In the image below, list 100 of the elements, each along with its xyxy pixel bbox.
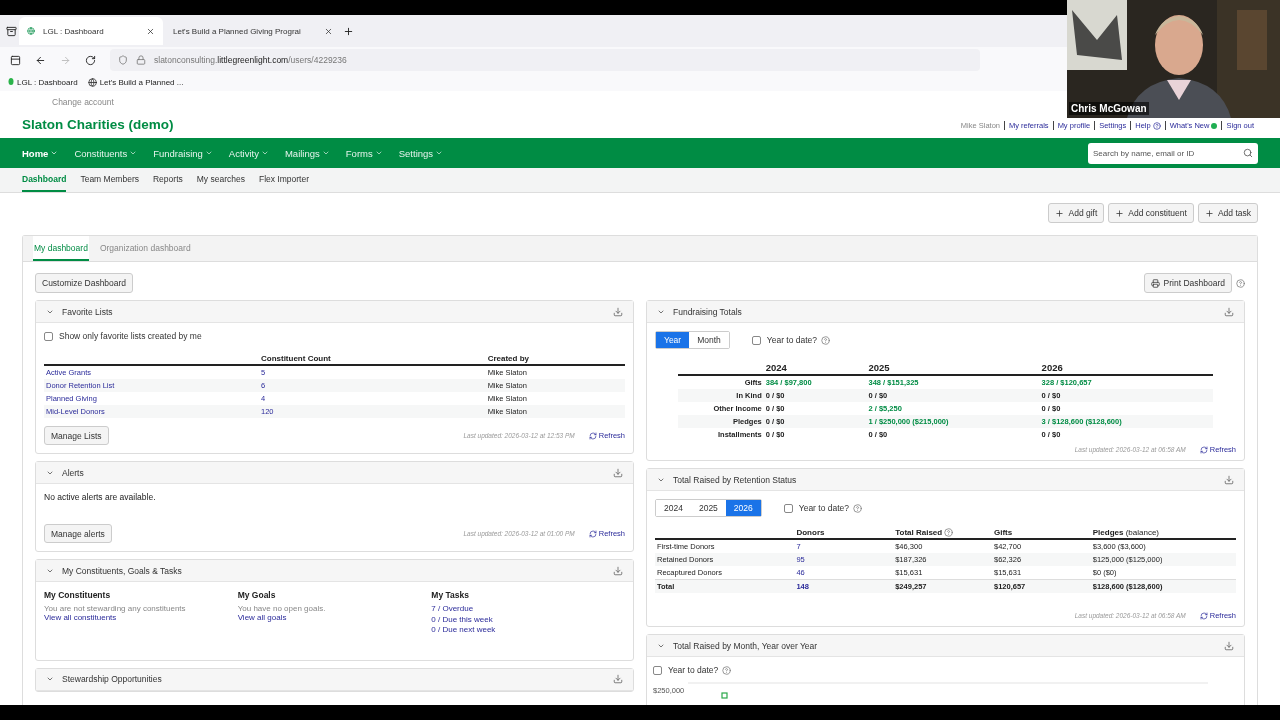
checkbox-label: Year to date? bbox=[798, 503, 850, 513]
search-icon bbox=[1243, 148, 1253, 158]
panel-title[interactable]: Total Raised by Retention Status bbox=[657, 474, 797, 485]
column-header: Donors bbox=[796, 528, 825, 537]
plus-icon bbox=[1115, 208, 1125, 218]
nav-menu[interactable]: Activity bbox=[228, 147, 269, 159]
browser-tab[interactable]: LGL : Dashboard bbox=[19, 17, 163, 45]
refresh-icon bbox=[1199, 445, 1208, 454]
chevron-icon bbox=[321, 149, 330, 157]
back-icon bbox=[35, 54, 46, 66]
refresh-icon bbox=[1199, 611, 1208, 620]
checkbox[interactable] bbox=[653, 665, 662, 675]
nav-menu[interactable]: Fundraising bbox=[153, 147, 213, 159]
bookmark[interactable]: LGL : Dashboard bbox=[8, 77, 78, 87]
subnav-tab[interactable]: Team Members bbox=[80, 168, 139, 192]
column-header: Gifts bbox=[993, 528, 1013, 537]
panel-title[interactable]: My Constituents, Goals & Tasks bbox=[46, 565, 182, 576]
shield-icon bbox=[118, 55, 128, 65]
panel-title[interactable]: Total Raised by Month, Year over Year bbox=[657, 640, 818, 651]
section-note: You are not stewarding any constituents bbox=[44, 604, 187, 613]
section-heading: My Tasks bbox=[431, 590, 470, 600]
download-icon bbox=[613, 306, 623, 317]
section-heading: My Goals bbox=[237, 590, 277, 600]
section-link[interactable]: 0 / Due this week bbox=[431, 614, 625, 625]
download-icon bbox=[613, 674, 623, 684]
globe-icon bbox=[87, 77, 97, 87]
column-header: Total Raised bbox=[895, 528, 943, 537]
status-dot bbox=[1211, 122, 1218, 129]
subnav-tab[interactable]: My searches bbox=[196, 168, 245, 192]
help-icon bbox=[821, 335, 831, 345]
subnav-tab[interactable]: Reports bbox=[153, 168, 183, 192]
nav-menu[interactable]: Settings bbox=[398, 147, 444, 159]
action-button[interactable]: Add constituent bbox=[1108, 203, 1194, 223]
forward-icon bbox=[60, 54, 71, 66]
address-field[interactable]: slatonconsulting.littlegreenlight.com/users/4229236 bbox=[154, 55, 347, 65]
manage-lists-button[interactable]: Manage Lists bbox=[44, 426, 109, 445]
section-link[interactable]: View all constituents bbox=[44, 613, 238, 624]
close-icon bbox=[324, 26, 333, 36]
help-icon bbox=[853, 503, 863, 513]
chevron-icon bbox=[260, 149, 269, 157]
panel-title[interactable]: Favorite Lists bbox=[46, 306, 113, 317]
printer-icon bbox=[1150, 278, 1160, 288]
nav-menu[interactable]: Constituents bbox=[74, 147, 138, 159]
new-tab-icon bbox=[343, 25, 354, 37]
help-icon bbox=[944, 528, 954, 537]
checkbox[interactable] bbox=[751, 335, 761, 345]
participant-name: Chris McGowan bbox=[1069, 102, 1149, 115]
panel-title[interactable]: Fundraising Totals bbox=[657, 306, 742, 317]
section-link[interactable]: 7 / Overdue bbox=[431, 604, 625, 615]
bookmark[interactable]: Let's Build a Planned ... bbox=[87, 77, 184, 87]
search-field[interactable]: Search by name, email or ID bbox=[1088, 142, 1258, 164]
browser-tab[interactable]: Let's Build a Planned Giving Prograi bbox=[165, 17, 341, 45]
help-icon bbox=[1152, 121, 1161, 130]
customize-dashboard-button[interactable]: Customize Dashboard bbox=[35, 273, 134, 293]
retention-filter-button[interactable]: 2026 bbox=[725, 500, 761, 516]
manage-alerts-button[interactable]: Manage alerts bbox=[44, 524, 112, 543]
checkbox[interactable] bbox=[44, 331, 53, 341]
checkbox-label: Year to date? bbox=[766, 335, 818, 345]
lock-icon bbox=[136, 55, 146, 65]
panel-title[interactable]: Stewardship Opportunities bbox=[46, 674, 162, 684]
sidebar-icon bbox=[10, 54, 21, 66]
plus-icon bbox=[1204, 208, 1214, 218]
download-icon bbox=[613, 467, 623, 478]
nav-menu[interactable]: Mailings bbox=[284, 147, 330, 159]
leaf-icon bbox=[8, 77, 14, 87]
section-note: You have no open goals. bbox=[237, 604, 327, 613]
alerts-message: No active alerts are available. bbox=[44, 492, 157, 502]
section-heading: My Constituents bbox=[44, 590, 112, 600]
subnav-tab[interactable]: Dashboard bbox=[22, 168, 67, 192]
chevron-icon bbox=[374, 149, 383, 157]
help-icon bbox=[1236, 278, 1245, 288]
download-icon bbox=[1224, 640, 1234, 651]
chevron-icon bbox=[129, 149, 138, 157]
reload-icon bbox=[85, 54, 96, 66]
tab-list-icon bbox=[6, 25, 17, 37]
plus-icon bbox=[1055, 208, 1065, 218]
nav-menu[interactable]: Home bbox=[22, 147, 59, 159]
section-link[interactable]: 0 / Due next week bbox=[431, 625, 625, 636]
help-icon bbox=[722, 665, 732, 675]
subnav-tab[interactable]: Flex Importer bbox=[258, 168, 309, 192]
column-header: Pledges (balance) bbox=[1092, 528, 1159, 537]
checkbox[interactable] bbox=[783, 503, 793, 513]
print-dashboard-button[interactable]: Print Dashboard bbox=[1143, 273, 1232, 293]
nav-menu[interactable]: Forms bbox=[345, 147, 383, 159]
download-icon bbox=[613, 565, 623, 576]
year-header: 2026 bbox=[1039, 361, 1213, 375]
chevron-icon bbox=[435, 149, 444, 157]
site-icon bbox=[27, 27, 35, 35]
panel-title[interactable]: Alerts bbox=[46, 467, 84, 478]
section-link[interactable]: View all goals bbox=[237, 613, 432, 624]
organization-name: Slaton Charities (demo) bbox=[22, 117, 174, 132]
change-account-link[interactable]: Change account bbox=[52, 97, 174, 107]
dashboard-tab[interactable]: My dashboard bbox=[33, 236, 89, 261]
refresh-icon bbox=[588, 529, 597, 538]
period-button[interactable]: Year bbox=[656, 332, 690, 348]
download-icon bbox=[1224, 474, 1234, 485]
chevron-icon bbox=[50, 149, 59, 157]
chevron-icon bbox=[46, 675, 54, 683]
action-button[interactable]: Add gift bbox=[1048, 203, 1105, 223]
action-button[interactable]: Add task bbox=[1197, 203, 1258, 223]
